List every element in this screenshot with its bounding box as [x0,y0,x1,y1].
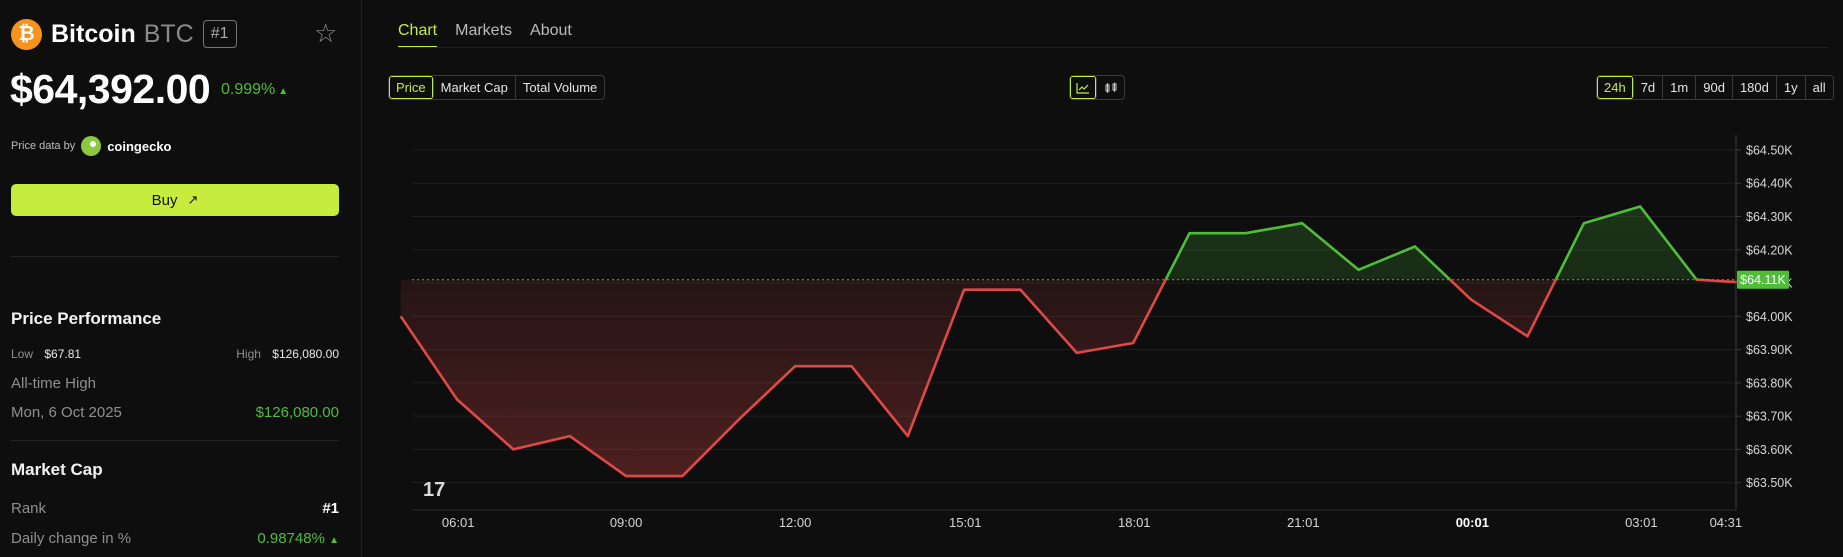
time-range-selector: 24h 7d 1m 90d 180d 1y all [1596,75,1834,100]
area-below-baseline [400,279,1753,477]
chart-axes: $63.50K $63.60K $63.70K $63.80K $63.90K $64.0… [412,135,1793,530]
x-tick-label: 03:01 [1625,515,1658,530]
range-all-button[interactable]: all [1806,76,1833,99]
range-1y-button[interactable]: 1y [1777,76,1806,99]
low-value: $67.81 [44,347,82,361]
rank-label: Rank [11,500,47,517]
svg-text:17: 17 [423,479,445,501]
y-tick-label: $64.10K [1746,277,1793,291]
daily-change-label: Daily change in % [11,530,132,547]
x-tick-label: 12:00 [779,515,812,530]
price-line-up [1164,205,1719,280]
y-tick-label: $64.40K [1746,177,1793,191]
current-price-badge [1737,270,1789,289]
high-value: $126,080.00 [272,347,339,361]
coin-rank-badge: #1 [202,20,237,48]
range-1m-button[interactable]: 1m [1663,76,1697,99]
range-90d-button[interactable]: 90d [1696,76,1733,99]
x-tick-label: 06:01 [442,515,475,530]
coingecko-name[interactable]: coingecko [107,139,171,154]
range-7d-button[interactable]: 7d [1634,76,1664,99]
x-tick-label: 00:01 [1456,515,1489,530]
x-tick-label: 09:00 [610,515,643,530]
metric-price-button[interactable]: Price [389,76,434,99]
bitcoin-logo-icon: ₿ [11,18,42,50]
external-arrow-icon: ↗ [187,192,199,207]
tab-chart[interactable]: Chart [398,22,438,48]
coin-header: ₿ Bitcoin BTC #1 [11,18,237,50]
line-chart-icon[interactable] [1070,76,1097,99]
coin-name: Bitcoin [51,19,136,48]
daily-change-value-wrap: 0.98748% ▲ [257,530,339,547]
market-cap-title: Market Cap [11,460,103,479]
metric-market-cap-button[interactable]: Market Cap [434,76,516,99]
rank-value: #1 [322,500,339,517]
x-tick-label: 21:01 [1287,515,1320,530]
low-label: Low [11,347,34,361]
daily-change-row: Daily change in % 0.98748% ▲ [11,530,339,547]
metric-total-volume-button[interactable]: Total Volume [516,76,604,99]
price-data-label: Price data by [11,140,76,152]
ath-value: $126,080.00 [255,404,339,421]
candlestick-icon[interactable] [1097,76,1124,99]
buy-label: Buy [151,191,178,209]
coin-summary-panel: ₿ Bitcoin BTC #1 ☆ $64,392.00 0.999% ▲ Pr… [0,0,362,557]
coingecko-logo-icon [81,136,102,156]
tab-markets[interactable]: Markets [455,22,512,48]
coin-symbol: BTC [143,19,194,48]
current-price-label: $64.11K [1740,273,1786,287]
high-label: High [236,347,261,361]
price-change-value: 0.999% [221,81,276,98]
y-tick-label: $63.50K [1746,476,1793,490]
y-tick-label: $64.20K [1746,243,1793,257]
tradingview-logo-icon: 17 [423,479,445,501]
range-180d-button[interactable]: 180d [1733,76,1777,99]
divider [11,440,339,441]
chart-series-lines [399,205,1753,478]
up-arrow-icon: ▲ [329,535,339,546]
price-data-attribution: Price data by coingecko [11,136,172,156]
market-cap-rank-row: Rank #1 [11,500,339,517]
y-tick-label: $63.60K [1746,443,1793,457]
price-line-down [399,279,1753,478]
daily-change-value: 0.98748% [257,530,325,547]
y-tick-label: $63.70K [1746,410,1793,424]
y-tick-label: $63.80K [1746,376,1793,390]
y-tick-label: $64.50K [1746,143,1793,157]
current-price: $64,392.00 [10,66,211,112]
section-tabs: Chart Markets About [398,22,590,48]
price-performance-title: Price Performance [11,309,162,328]
y-tick-label: $64.00K [1746,310,1793,324]
low-high-row: Low $67.81 High $126,080.00 [11,347,339,361]
buy-button[interactable]: Buy ↗ [11,184,339,216]
favorite-star-icon[interactable]: ☆ [314,20,337,46]
area-above-baseline [400,206,1753,280]
ath-label: All-time High [11,375,97,392]
ath-date: Mon, 6 Oct 2025 [11,404,122,421]
y-tick-label: $63.90K [1746,343,1793,357]
x-tick-label: 18:01 [1118,515,1151,530]
x-tick-label: 15:01 [949,515,982,530]
range-24h-button[interactable]: 24h [1597,76,1634,99]
ath-row: Mon, 6 Oct 2025 $126,080.00 [11,404,339,421]
chart-type-selector [1069,75,1125,100]
x-tick-label: 04:31 [1710,515,1743,530]
chart-area-fills [400,206,1753,477]
price-change: 0.999% ▲ [221,81,288,99]
tab-about[interactable]: About [530,22,572,48]
up-arrow-icon: ▲ [278,86,289,97]
chart-grid [412,149,1736,484]
metric-selector: Price Market Cap Total Volume [388,75,606,100]
tabs-divider [398,47,1828,48]
divider [11,256,339,257]
y-tick-label: $64.30K [1746,210,1793,224]
